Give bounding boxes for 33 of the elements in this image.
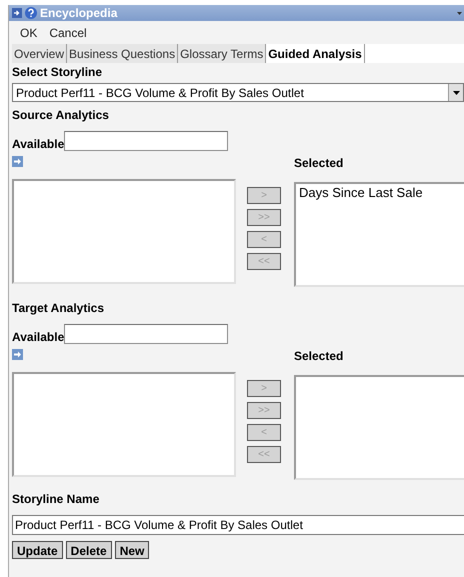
arrow-right-icon[interactable] — [12, 156, 23, 167]
section-heading: Target Analytics — [12, 301, 106, 316]
available-filter-field[interactable] — [64, 131, 228, 151]
menu-item[interactable]: Cancel — [49, 24, 87, 42]
available-label: Available — [12, 330, 64, 345]
dropdown-caret-icon[interactable] — [457, 12, 462, 14]
available-label: Available — [12, 137, 64, 152]
available-list[interactable] — [12, 179, 236, 284]
expand-icon[interactable] — [12, 8, 22, 18]
tab[interactable]: Business Questions — [67, 44, 178, 63]
selected-list[interactable]: Days Since Last Sale — [294, 182, 464, 287]
storyline-name-field[interactable]: Product Perf11 - BCG Volume & Profit By Sales Outlet — [12, 515, 464, 535]
dropdown-value: Product Perf11 - BCG Volume & Profit By Sales Outlet — [16, 84, 304, 102]
selected-label: Selected — [294, 156, 344, 171]
arrow-right-icon[interactable] — [12, 349, 23, 360]
menu-item[interactable]: OK — [20, 24, 38, 42]
available-filter-field[interactable] — [64, 324, 228, 344]
list-item[interactable]: Days Since Last Sale — [299, 184, 461, 201]
select-storyline-label: Select Storyline — [12, 65, 104, 80]
help-icon[interactable] — [25, 7, 37, 19]
action-button[interactable]: Delete — [66, 541, 112, 559]
storyline-dropdown[interactable]: Product Perf11 - BCG Volume & Profit By Sales Outlet — [12, 83, 464, 102]
window-title: Encyclopedia — [40, 6, 118, 20]
section-heading: Source Analytics — [12, 108, 110, 123]
selected-label: Selected — [294, 349, 344, 364]
tab[interactable]: Glossary Terms — [178, 44, 266, 63]
storyline-name-label: Storyline Name — [12, 492, 100, 507]
tab[interactable]: Overview — [12, 44, 68, 63]
action-button[interactable]: Update — [12, 541, 63, 559]
selected-list[interactable] — [294, 375, 464, 480]
available-list[interactable] — [12, 372, 236, 477]
action-button[interactable]: New — [114, 541, 150, 559]
tab[interactable]: Guided Analysis — [266, 44, 365, 63]
